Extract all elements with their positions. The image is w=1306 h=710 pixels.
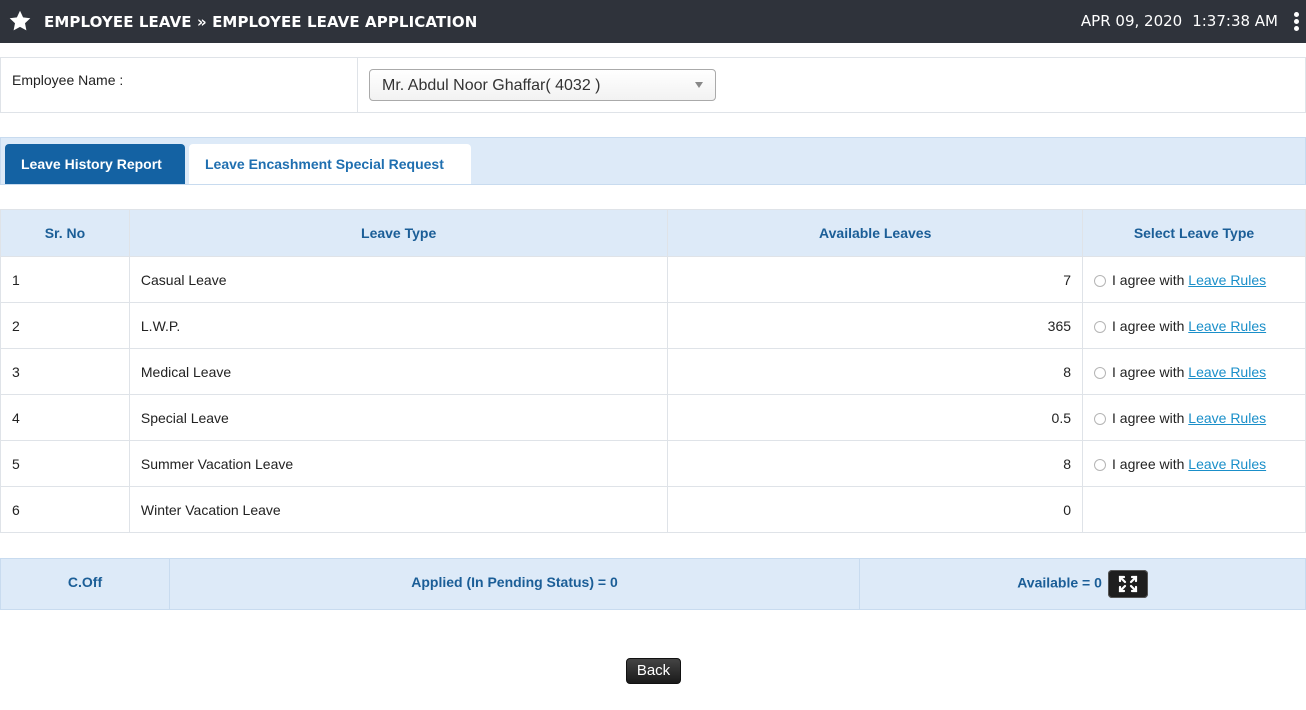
- table-header-row: Sr. No Leave Type Available Leaves Selec…: [0, 209, 1306, 257]
- row-sr-no: 4: [0, 394, 130, 441]
- chevron-down-icon: [695, 82, 703, 88]
- leave-rules-link[interactable]: Leave Rules: [1188, 410, 1266, 426]
- row-select-cell: I agree with Leave Rules: [1082, 348, 1306, 395]
- row-sr-no: 5: [0, 440, 130, 487]
- row-leave-type: Winter Vacation Leave: [128, 486, 669, 533]
- row-leave-type: L.W.P.: [128, 302, 669, 349]
- employee-select-container: Mr. Abdul Noor Ghaffar( 4032 ): [358, 58, 1305, 112]
- table-row: 5 Summer Vacation Leave 8 I agree with L…: [0, 440, 1306, 487]
- row-leave-type: Summer Vacation Leave: [128, 440, 669, 487]
- row-available-leaves: 7: [667, 256, 1084, 303]
- header-available-leaves: Available Leaves: [667, 209, 1084, 257]
- row-available-leaves: 365: [667, 302, 1084, 349]
- tab-leave-encashment-special-request[interactable]: Leave Encashment Special Request: [189, 144, 471, 184]
- leave-table: Sr. No Leave Type Available Leaves Selec…: [0, 209, 1306, 533]
- back-button[interactable]: Back: [626, 658, 681, 684]
- row-leave-type: Special Leave: [128, 394, 669, 441]
- tab-bar: Leave History Report Leave Encashment Sp…: [0, 137, 1306, 185]
- row-sr-no: 2: [0, 302, 130, 349]
- datetime-display: APR 09, 2020 1:37:38 AM: [1081, 12, 1278, 30]
- leave-rules-link[interactable]: Leave Rules: [1188, 318, 1266, 334]
- table-row: 4 Special Leave 0.5 I agree with Leave R…: [0, 394, 1306, 441]
- table-row: 6 Winter Vacation Leave 0: [0, 486, 1306, 533]
- row-available-leaves: 0.5: [667, 394, 1084, 441]
- header-sr-no: Sr. No: [0, 209, 130, 257]
- tab-leave-history-report[interactable]: Leave History Report: [5, 144, 185, 184]
- row-sr-no: 3: [0, 348, 130, 395]
- row-leave-type: Medical Leave: [128, 348, 669, 395]
- row-available-leaves: 8: [667, 440, 1084, 487]
- coff-label: C.Off: [1, 559, 170, 609]
- top-bar: EMPLOYEE LEAVE » EMPLOYEE LEAVE APPLICAT…: [0, 0, 1306, 43]
- table-row: 1 Casual Leave 7 I agree with Leave Rule…: [0, 256, 1306, 303]
- kebab-menu-icon[interactable]: [1293, 12, 1301, 32]
- expand-button[interactable]: [1107, 570, 1148, 598]
- row-select-cell: I agree with Leave Rules: [1082, 256, 1306, 303]
- agree-text: I agree with: [1112, 409, 1189, 426]
- header-leave-type: Leave Type: [128, 209, 669, 257]
- employee-name-label: Employee Name :: [1, 58, 358, 112]
- row-select-cell: I agree with Leave Rules: [1082, 440, 1306, 487]
- row-available-leaves: 8: [667, 348, 1084, 395]
- star-icon[interactable]: [8, 9, 32, 33]
- leave-rules-link[interactable]: Leave Rules: [1188, 456, 1266, 472]
- leave-type-radio[interactable]: [1094, 458, 1107, 471]
- leave-type-radio[interactable]: [1094, 320, 1107, 333]
- agree-text: I agree with: [1112, 317, 1189, 334]
- agree-text: I agree with: [1112, 271, 1189, 288]
- coff-summary-row: C.Off Applied (In Pending Status) = 0 Av…: [0, 558, 1306, 610]
- leave-type-radio[interactable]: [1094, 274, 1107, 287]
- coff-available-cell: Available = 0: [860, 559, 1305, 609]
- leave-type-radio[interactable]: [1094, 366, 1107, 379]
- row-sr-no: 1: [0, 256, 130, 303]
- row-available-leaves: 0: [667, 486, 1084, 533]
- employee-row: Employee Name : Mr. Abdul Noor Ghaffar( …: [0, 57, 1306, 113]
- employee-select-value: Mr. Abdul Noor Ghaffar( 4032 ): [382, 77, 601, 94]
- row-select-cell: I agree with Leave Rules: [1082, 302, 1306, 349]
- table-row: 3 Medical Leave 8 I agree with Leave Rul…: [0, 348, 1306, 395]
- expand-icon: [1118, 575, 1137, 593]
- leave-rules-link[interactable]: Leave Rules: [1188, 364, 1266, 380]
- leave-rules-link[interactable]: Leave Rules: [1188, 272, 1266, 288]
- employee-select[interactable]: Mr. Abdul Noor Ghaffar( 4032 ): [369, 69, 716, 101]
- row-sr-no: 6: [0, 486, 130, 533]
- table-row: 2 L.W.P. 365 I agree with Leave Rules: [0, 302, 1306, 349]
- header-select-leave-type: Select Leave Type: [1082, 209, 1306, 257]
- leave-type-radio[interactable]: [1094, 412, 1107, 425]
- row-select-cell-empty: [1082, 486, 1306, 533]
- row-leave-type: Casual Leave: [128, 256, 669, 303]
- agree-text: I agree with: [1112, 455, 1189, 472]
- current-time: 1:37:38 AM: [1192, 12, 1278, 30]
- page-title: EMPLOYEE LEAVE » EMPLOYEE LEAVE APPLICAT…: [44, 13, 478, 31]
- current-date: APR 09, 2020: [1080, 12, 1183, 30]
- coff-available: Available = 0: [1017, 574, 1102, 591]
- coff-applied: Applied (In Pending Status) = 0: [170, 559, 860, 609]
- agree-text: I agree with: [1112, 363, 1189, 380]
- row-select-cell: I agree with Leave Rules: [1082, 394, 1306, 441]
